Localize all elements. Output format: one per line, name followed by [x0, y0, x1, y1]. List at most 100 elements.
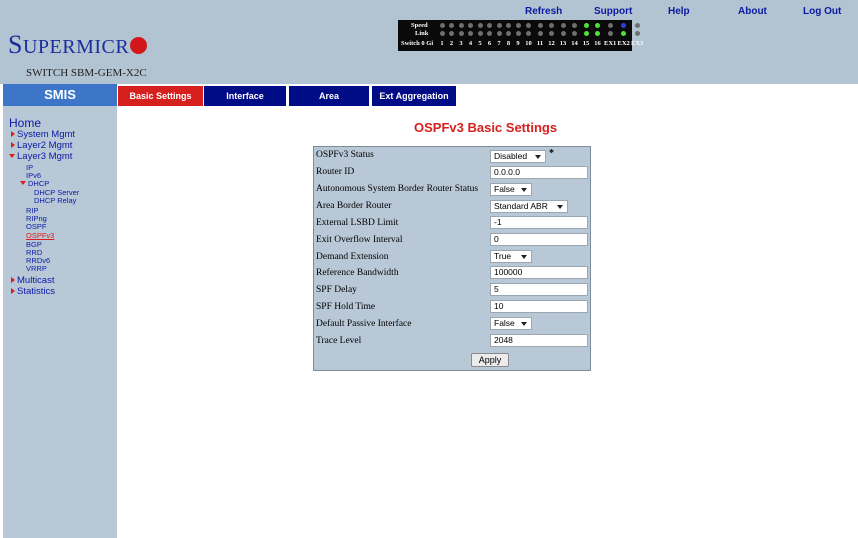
sidebar-item-label: DHCP — [28, 179, 50, 188]
port-number: 3 — [459, 40, 463, 47]
port-number: 2 — [449, 40, 454, 47]
port-speed-led — [549, 23, 554, 28]
port-speed-led — [506, 23, 511, 28]
page-title: OSPFv3 Basic Settings — [414, 120, 558, 135]
chevron-down-icon — [557, 205, 563, 209]
port-speed-led — [477, 23, 483, 28]
port-number: 11 — [536, 40, 544, 47]
port-speed-led — [487, 23, 492, 28]
port-link-led — [439, 31, 445, 36]
chevron-down-icon — [535, 155, 541, 159]
select-value: Disabled — [494, 151, 528, 161]
header: Refresh Support Help About Log Out SUPER… — [0, 0, 858, 84]
sidebar-item-statistics[interactable]: Statistics — [11, 286, 55, 297]
expand-arrow-icon — [11, 142, 15, 148]
supermicro-logo: SUPERMICR — [8, 30, 148, 60]
spf-delay-input[interactable]: 5 — [490, 283, 588, 296]
port-link-led — [526, 31, 531, 36]
port-link-led — [468, 31, 473, 36]
field-label-trace-level: Trace Level — [316, 336, 362, 346]
port-link-led — [477, 31, 483, 36]
port-link-led — [621, 31, 626, 36]
port-number: 9 — [516, 40, 520, 47]
sidebar-item-system-mgmt[interactable]: System Mgmt — [11, 129, 75, 140]
sidebar-item-ospfv3[interactable]: OSPFv3 — [26, 231, 54, 240]
field-label-external-lsbd-limit: External LSBD Limit — [316, 218, 399, 228]
field-label-reference-bandwidth: Reference Bandwidth — [316, 268, 399, 278]
smis-title: SMIS — [3, 84, 117, 106]
field-label-exit-overflow-interval: Exit Overflow Interval — [316, 235, 403, 245]
field-label-demand-extension: Demand Extension — [316, 252, 389, 262]
collapse-arrow-icon — [9, 154, 15, 158]
tab-area[interactable]: Area — [289, 86, 369, 106]
exit-overflow-interval-input[interactable]: 0 — [490, 233, 588, 246]
asbr-status-select[interactable]: False — [490, 183, 532, 196]
port-speed-led — [439, 23, 445, 28]
support-link[interactable]: Support — [594, 6, 632, 17]
port-speed-led — [572, 23, 577, 28]
select-value: False — [494, 184, 515, 194]
port-speed-led — [526, 23, 531, 28]
port-link-led — [496, 31, 502, 36]
sidebar-item-multicast[interactable]: Multicast — [11, 275, 54, 286]
sidebar-item-dhcp[interactable]: DHCP — [20, 179, 49, 188]
port-link-led — [458, 31, 464, 36]
reference-bandwidth-input[interactable]: 100000 — [490, 266, 588, 279]
sidebar-item-label: Layer3 Mgmt — [17, 151, 73, 162]
external-lsbd-limit-input[interactable]: -1 — [490, 216, 588, 229]
top-links: Refresh Support Help About Log Out — [0, 6, 858, 20]
port-number: EX1 — [604, 40, 617, 47]
sidebar-item-label: Layer2 Mgmt — [17, 140, 73, 151]
area-border-router-select[interactable]: Standard ABR — [490, 200, 568, 213]
collapse-arrow-icon — [20, 181, 26, 185]
port-speed-led — [583, 23, 589, 28]
port-speed-led — [634, 23, 640, 28]
sidebar-item-dhcp-relay[interactable]: DHCP Relay — [34, 196, 76, 205]
tab-interface[interactable]: Interface — [204, 86, 286, 106]
sidebar-item-layer3-mgmt[interactable]: Layer3 Mgmt — [9, 151, 72, 162]
switch-model: SWITCH SBM-GEM-X2C — [26, 67, 147, 79]
sidebar-item-label: Statistics — [17, 286, 56, 297]
sidebar: Home System Mgmt Layer2 Mgmt Layer3 Mgmt… — [3, 106, 117, 538]
trace-level-input[interactable]: 2048 — [490, 334, 588, 347]
port-speed-led — [458, 23, 464, 28]
field-label-ospfv3-status: OSPFv3 Status — [316, 150, 374, 160]
router-id-input[interactable]: 0.0.0.0 — [490, 166, 588, 179]
port-number: 8 — [506, 40, 511, 47]
port-link-led — [449, 31, 454, 36]
demand-extension-select[interactable]: True — [490, 250, 532, 263]
port-link-led — [487, 31, 492, 36]
port-link-led — [560, 31, 566, 36]
port-number: 12 — [548, 40, 555, 47]
port-speed-led — [496, 23, 502, 28]
port-number: 5 — [478, 40, 482, 47]
sidebar-item-label: Multicast — [17, 275, 55, 286]
apply-button[interactable]: Apply — [471, 353, 509, 367]
ospfv3-status-select[interactable]: Disabled — [490, 150, 546, 163]
default-passive-interface-select[interactable]: False — [490, 317, 532, 330]
about-link[interactable]: About — [738, 6, 767, 17]
port-number: 10 — [525, 40, 532, 47]
port-link-led — [595, 31, 600, 36]
port-number: 13 — [559, 40, 567, 47]
help-link[interactable]: Help — [668, 6, 690, 17]
logout-link[interactable]: Log Out — [803, 6, 841, 17]
port-number: 14 — [571, 40, 578, 47]
tab-ext-aggregation[interactable]: Ext Aggregation — [372, 86, 456, 106]
refresh-link[interactable]: Refresh — [525, 6, 562, 17]
tab-basic-settings[interactable]: Basic Settings — [118, 86, 203, 106]
chevron-down-icon — [521, 322, 527, 326]
sidebar-item-home[interactable]: Home — [9, 116, 41, 130]
port-link-led — [572, 31, 577, 36]
spf-hold-time-input[interactable]: 10 — [490, 300, 588, 313]
port-number: EX3 — [631, 40, 644, 47]
field-label-area-border-router: Area Border Router — [316, 201, 392, 211]
switch-row-label: Switch 0 Gi — [401, 40, 434, 47]
port-speed-led — [621, 23, 626, 28]
field-label-spf-hold-time: SPF Hold Time — [316, 302, 376, 312]
sidebar-item-ospf[interactable]: OSPF — [26, 222, 46, 231]
sidebar-item-layer2-mgmt[interactable]: Layer2 Mgmt — [11, 140, 72, 151]
port-link-led — [634, 31, 640, 36]
field-label-default-passive-interface: Default Passive Interface — [316, 319, 412, 329]
sidebar-item-vrrp[interactable]: VRRP — [26, 264, 47, 273]
